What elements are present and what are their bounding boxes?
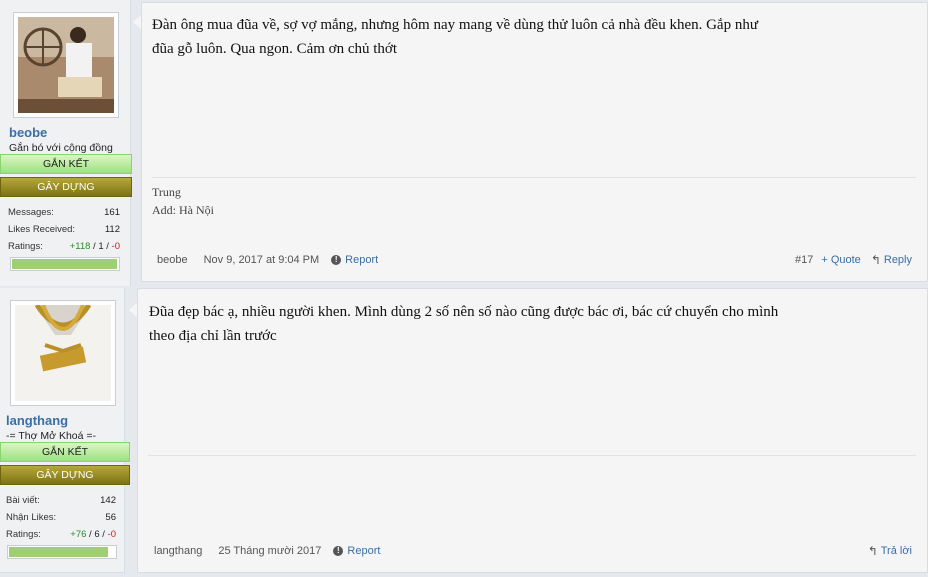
stat-likes: Nhận Likes: 56 [6, 512, 116, 523]
ratings-neutral: 1 [98, 241, 104, 252]
rating-bar [10, 257, 120, 271]
message-body: Đũa đẹp bác ạ, nhiều người khen. Mình dù… [137, 288, 928, 573]
post-number-link[interactable]: #17 [795, 254, 813, 266]
message-text: Đũa đẹp bác ạ, nhiều người khen. Mình dù… [149, 304, 779, 344]
ratings-positive: +118 [69, 241, 91, 252]
signature: Trung Add: Hà Nội [152, 185, 214, 217]
user-info-panel: langthang -= Thợ Mở Khoá =- GẮN KẾT GÂY … [0, 288, 130, 573]
stat-posts: Bài viết: 142 [6, 495, 116, 506]
username-link[interactable]: beobe [9, 125, 47, 140]
user-stats: Messages: 161 Likes Received: 112 Rating… [8, 206, 120, 257]
post-reply: langthang -= Thợ Mở Khoá =- GẮN KẾT GÂY … [0, 288, 928, 577]
ratings-neutral: 6 [94, 529, 100, 540]
rank-badge-gay-dung: GÂY DỰNG [0, 177, 132, 197]
rating-bar-fill [12, 259, 117, 269]
report-icon: ! [331, 255, 342, 265]
rank-badge-gay-dung: GÂY DỰNG [0, 465, 130, 485]
avatar[interactable] [13, 12, 119, 118]
ratings-positive: +76 [70, 529, 87, 540]
reply-icon: ↰ [867, 544, 878, 558]
stat-ratings: Ratings: +118 / 1 / -0 [8, 241, 120, 252]
report-link[interactable]: ! Report [331, 254, 378, 266]
stat-likes: Likes Received: 112 [8, 224, 120, 235]
stat-ratings: Ratings: +76 / 6 / -0 [6, 529, 116, 540]
rating-bar-fill [9, 547, 108, 557]
username-link[interactable]: langthang [6, 413, 68, 428]
message-divider [148, 455, 916, 456]
post-date-link[interactable]: 25 Tháng mười 2017 [218, 545, 321, 557]
user-title: -= Thợ Mở Khoá =- [6, 430, 97, 442]
rating-bar [7, 545, 117, 559]
reply-icon: ↰ [870, 253, 881, 267]
report-link[interactable]: ! Report [333, 545, 380, 557]
reply-button[interactable]: ↰ Trả lời [868, 544, 912, 558]
user-stats: Bài viết: 142 Nhận Likes: 56 Ratings: +7… [6, 494, 116, 545]
message-text: Đàn ông mua đũa về, sợ vợ mắng, nhưng hô… [152, 17, 758, 57]
footer-username-link[interactable]: beobe [157, 254, 188, 266]
report-icon: ! [333, 546, 344, 556]
rank-badge-gan-ket: GẮN KẾT [0, 154, 132, 174]
message-footer: langthang 25 Tháng mười 2017 ! Report ↰ … [154, 544, 912, 558]
user-title: Gắn bó với cộng đồng [9, 142, 113, 154]
post-date-link[interactable]: Nov 9, 2017 at 9:04 PM [204, 254, 320, 266]
signature-divider [152, 177, 916, 178]
stat-messages: Messages: 161 [8, 207, 120, 218]
ratings-negative: -0 [111, 241, 120, 252]
quote-button[interactable]: + Quote [821, 254, 860, 266]
avatar[interactable] [10, 300, 116, 406]
footer-username-link[interactable]: langthang [154, 545, 202, 557]
avatar-photo-langthang [15, 305, 111, 401]
avatar-photo-beobe [18, 17, 114, 113]
reply-button[interactable]: ↰ Reply [871, 253, 912, 267]
user-info-panel: beobe Gắn bó với cộng đồng GẮN KẾT GÂY D… [0, 0, 132, 286]
post-17: beobe Gắn bó với cộng đồng GẮN KẾT GÂY D… [0, 0, 928, 286]
ratings-negative: -0 [107, 529, 116, 540]
message-body: Đàn ông mua đũa về, sợ vợ mắng, nhưng hô… [141, 2, 928, 282]
message-footer: beobe Nov 9, 2017 at 9:04 PM ! Report #1… [157, 253, 912, 267]
rank-badge-gan-ket: GẮN KẾT [0, 442, 130, 462]
